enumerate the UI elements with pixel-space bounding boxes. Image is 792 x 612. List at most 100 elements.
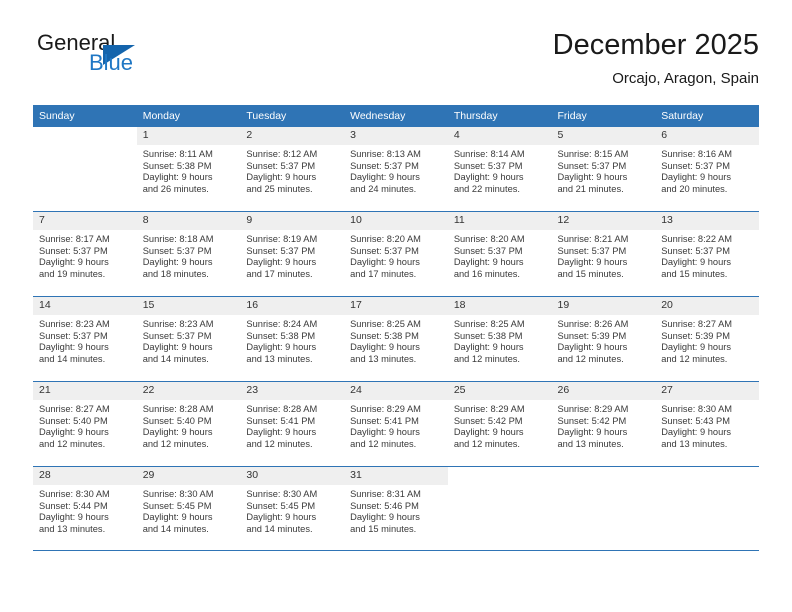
weekday-header-wednesday: Wednesday (344, 105, 448, 127)
day-info: Sunrise: 8:15 AM Sunset: 5:37 PM Daylight:… (552, 145, 656, 195)
calendar-day-cell[interactable]: 25 Sunrise: 8:29 AM Sunset: 5:42 PM Dayligh… (447, 381, 552, 467)
daylight-text-line1: Daylight: 9 hours (350, 427, 420, 438)
day-number: 14 (33, 297, 137, 315)
daylight-text-line2: and 15 minutes. (350, 523, 417, 534)
calendar-day-cell[interactable]: 21 Sunrise: 8:27 AM Sunset: 5:40 PM Dayligh… (33, 381, 137, 467)
sunrise-text: Sunrise: 8:30 AM (661, 404, 733, 414)
calendar-bottom-rule (33, 550, 759, 551)
day-number: 27 (655, 382, 759, 400)
day-number: 13 (655, 212, 759, 230)
sunrise-text: Sunrise: 8:30 AM (246, 489, 318, 499)
calendar-day-cell[interactable]: 26 Sunrise: 8:29 AM Sunset: 5:42 PM Dayligh… (551, 381, 656, 467)
day-info: Sunrise: 8:11 AM Sunset: 5:38 PM Daylight:… (137, 145, 241, 195)
calendar-day-cell[interactable]: 7 Sunrise: 8:17 AM Sunset: 5:37 PM Daylight… (33, 211, 137, 297)
day-info: Sunrise: 8:30 AM Sunset: 5:44 PM Daylight:… (33, 485, 137, 535)
calendar-day-cell[interactable]: 1 Sunrise: 8:11 AM Sunset: 5:38 PM Daylight… (136, 127, 241, 212)
sunrise-text: Sunrise: 8:28 AM (142, 404, 214, 414)
day-info: Sunrise: 8:29 AM Sunset: 5:42 PM Daylight:… (448, 400, 552, 450)
day-number: 8 (136, 212, 241, 230)
day-info: Sunrise: 8:19 AM Sunset: 5:37 PM Daylight:… (240, 230, 344, 280)
sunrise-text: Sunrise: 8:20 AM (350, 234, 421, 244)
calendar-empty-cell (551, 466, 656, 551)
calendar-day-cell[interactable]: 16 Sunrise: 8:24 AM Sunset: 5:38 PM Dayligh… (240, 296, 345, 382)
calendar-day-cell[interactable]: 27 Sunrise: 8:30 AM Sunset: 5:43 PM Dayligh… (655, 381, 759, 467)
day-info: Sunrise: 8:22 AM Sunset: 5:37 PM Daylight:… (655, 230, 759, 280)
calendar-empty-cell (33, 127, 137, 212)
sunset-text: Sunset: 5:39 PM (661, 330, 730, 341)
day-info: Sunrise: 8:31 AM Sunset: 5:46 PM Daylight:… (344, 485, 448, 535)
daylight-text-line2: and 22 minutes. (453, 183, 520, 194)
day-number: 20 (655, 297, 759, 315)
daylight-text-line1: Daylight: 9 hours (246, 512, 317, 523)
calendar-day-cell[interactable]: 29 Sunrise: 8:30 AM Sunset: 5:45 PM Dayligh… (136, 466, 241, 551)
sunrise-text: Sunrise: 8:19 AM (246, 234, 318, 244)
day-number: 9 (240, 212, 345, 230)
day-number: 17 (344, 297, 448, 315)
day-number: 24 (344, 382, 448, 400)
daylight-text-line2: and 14 minutes. (142, 353, 209, 364)
calendar-day-cell[interactable]: 8 Sunrise: 8:18 AM Sunset: 5:37 PM Daylight… (136, 211, 241, 297)
calendar-day-cell[interactable]: 24 Sunrise: 8:29 AM Sunset: 5:41 PM Dayligh… (344, 381, 448, 467)
calendar-day-cell[interactable]: 22 Sunrise: 8:28 AM Sunset: 5:40 PM Dayligh… (136, 381, 241, 467)
day-info: Sunrise: 8:30 AM Sunset: 5:45 PM Daylight:… (137, 485, 241, 535)
calendar-empty-cell (655, 466, 759, 551)
calendar-day-cell[interactable]: 28 Sunrise: 8:30 AM Sunset: 5:44 PM Dayligh… (33, 466, 137, 551)
daylight-text-line2: and 12 minutes. (142, 438, 209, 449)
daylight-text-line2: and 13 minutes. (350, 353, 417, 364)
day-info: Sunrise: 8:29 AM Sunset: 5:41 PM Daylight:… (344, 400, 448, 450)
day-info: Sunrise: 8:12 AM Sunset: 5:37 PM Daylight:… (240, 145, 344, 195)
sunrise-text: Sunrise: 8:27 AM (661, 319, 733, 329)
day-info: Sunrise: 8:13 AM Sunset: 5:37 PM Daylight:… (344, 145, 448, 195)
day-number (551, 467, 656, 485)
calendar-day-cell[interactable]: 19 Sunrise: 8:26 AM Sunset: 5:39 PM Dayligh… (551, 296, 656, 382)
daylight-text-line1: Daylight: 9 hours (350, 172, 420, 183)
daylight-text-line2: and 12 minutes. (557, 353, 624, 364)
daylight-text-line2: and 13 minutes. (557, 438, 624, 449)
calendar-page: General Blue December 2025 Orcajo, Arago… (0, 0, 792, 612)
day-info: Sunrise: 8:18 AM Sunset: 5:37 PM Daylight:… (137, 230, 241, 280)
calendar-day-cell[interactable]: 14 Sunrise: 8:23 AM Sunset: 5:37 PM Dayligh… (33, 296, 137, 382)
calendar-day-cell[interactable]: 31 Sunrise: 8:31 AM Sunset: 5:46 PM Dayligh… (344, 466, 448, 551)
page-header: General Blue December 2025 Orcajo, Arago… (33, 28, 759, 98)
calendar-day-cell[interactable]: 30 Sunrise: 8:30 AM Sunset: 5:45 PM Dayligh… (240, 466, 345, 551)
calendar-day-cell[interactable]: 17 Sunrise: 8:25 AM Sunset: 5:38 PM Dayligh… (344, 296, 448, 382)
calendar-day-cell[interactable]: 9 Sunrise: 8:19 AM Sunset: 5:37 PM Daylight… (240, 211, 345, 297)
brand-name-blue: Blue (89, 50, 134, 75)
calendar-day-cell[interactable]: 15 Sunrise: 8:23 AM Sunset: 5:37 PM Dayligh… (136, 296, 241, 382)
calendar-week-row: 14 Sunrise: 8:23 AM Sunset: 5:37 PM Dayligh… (33, 296, 759, 382)
calendar-day-cell[interactable]: 23 Sunrise: 8:28 AM Sunset: 5:41 PM Dayligh… (240, 381, 345, 467)
day-number: 1 (136, 127, 241, 145)
calendar-day-cell[interactable]: 20 Sunrise: 8:27 AM Sunset: 5:39 PM Dayligh… (655, 296, 759, 382)
sunrise-text: Sunrise: 8:25 AM (350, 319, 421, 329)
day-number: 15 (136, 297, 241, 315)
calendar-day-cell[interactable]: 11 Sunrise: 8:20 AM Sunset: 5:37 PM Dayligh… (447, 211, 552, 297)
daylight-text-line2: and 13 minutes. (661, 438, 728, 449)
day-number: 26 (551, 382, 656, 400)
sunset-text: Sunset: 5:37 PM (350, 245, 419, 256)
day-number: 30 (240, 467, 345, 485)
daylight-text-line2: and 16 minutes. (453, 268, 520, 279)
daylight-text-line2: and 19 minutes. (39, 268, 106, 279)
sunset-text: Sunset: 5:37 PM (246, 245, 316, 256)
sunset-text: Sunset: 5:44 PM (39, 500, 108, 511)
daylight-text-line1: Daylight: 9 hours (39, 257, 109, 268)
day-number: 11 (447, 212, 552, 230)
calendar-day-cell[interactable]: 12 Sunrise: 8:21 AM Sunset: 5:37 PM Dayligh… (551, 211, 656, 297)
calendar-day-cell[interactable]: 13 Sunrise: 8:22 AM Sunset: 5:37 PM Dayligh… (655, 211, 759, 297)
calendar-day-cell[interactable]: 18 Sunrise: 8:25 AM Sunset: 5:38 PM Dayligh… (447, 296, 552, 382)
day-number: 21 (33, 382, 137, 400)
calendar-day-cell[interactable]: 2 Sunrise: 8:12 AM Sunset: 5:37 PM Daylight… (240, 127, 345, 212)
calendar-day-cell[interactable]: 5 Sunrise: 8:15 AM Sunset: 5:37 PM Daylight… (551, 127, 656, 212)
daylight-text-line2: and 13 minutes. (246, 353, 313, 364)
calendar-day-cell[interactable]: 10 Sunrise: 8:20 AM Sunset: 5:37 PM Dayligh… (344, 211, 448, 297)
daylight-text-line1: Daylight: 9 hours (557, 172, 628, 183)
brand-logo[interactable]: General Blue (33, 31, 253, 87)
daylight-text-line1: Daylight: 9 hours (350, 512, 420, 523)
calendar-day-cell[interactable]: 4 Sunrise: 8:14 AM Sunset: 5:37 PM Daylight… (447, 127, 552, 212)
sunset-text: Sunset: 5:37 PM (661, 245, 730, 256)
sunset-text: Sunset: 5:37 PM (39, 245, 108, 256)
calendar-empty-cell (447, 466, 552, 551)
calendar-day-cell[interactable]: 3 Sunrise: 8:13 AM Sunset: 5:37 PM Daylight… (344, 127, 448, 212)
calendar-day-cell[interactable]: 6 Sunrise: 8:16 AM Sunset: 5:37 PM Daylight… (655, 127, 759, 212)
day-info: Sunrise: 8:23 AM Sunset: 5:37 PM Daylight:… (137, 315, 241, 365)
